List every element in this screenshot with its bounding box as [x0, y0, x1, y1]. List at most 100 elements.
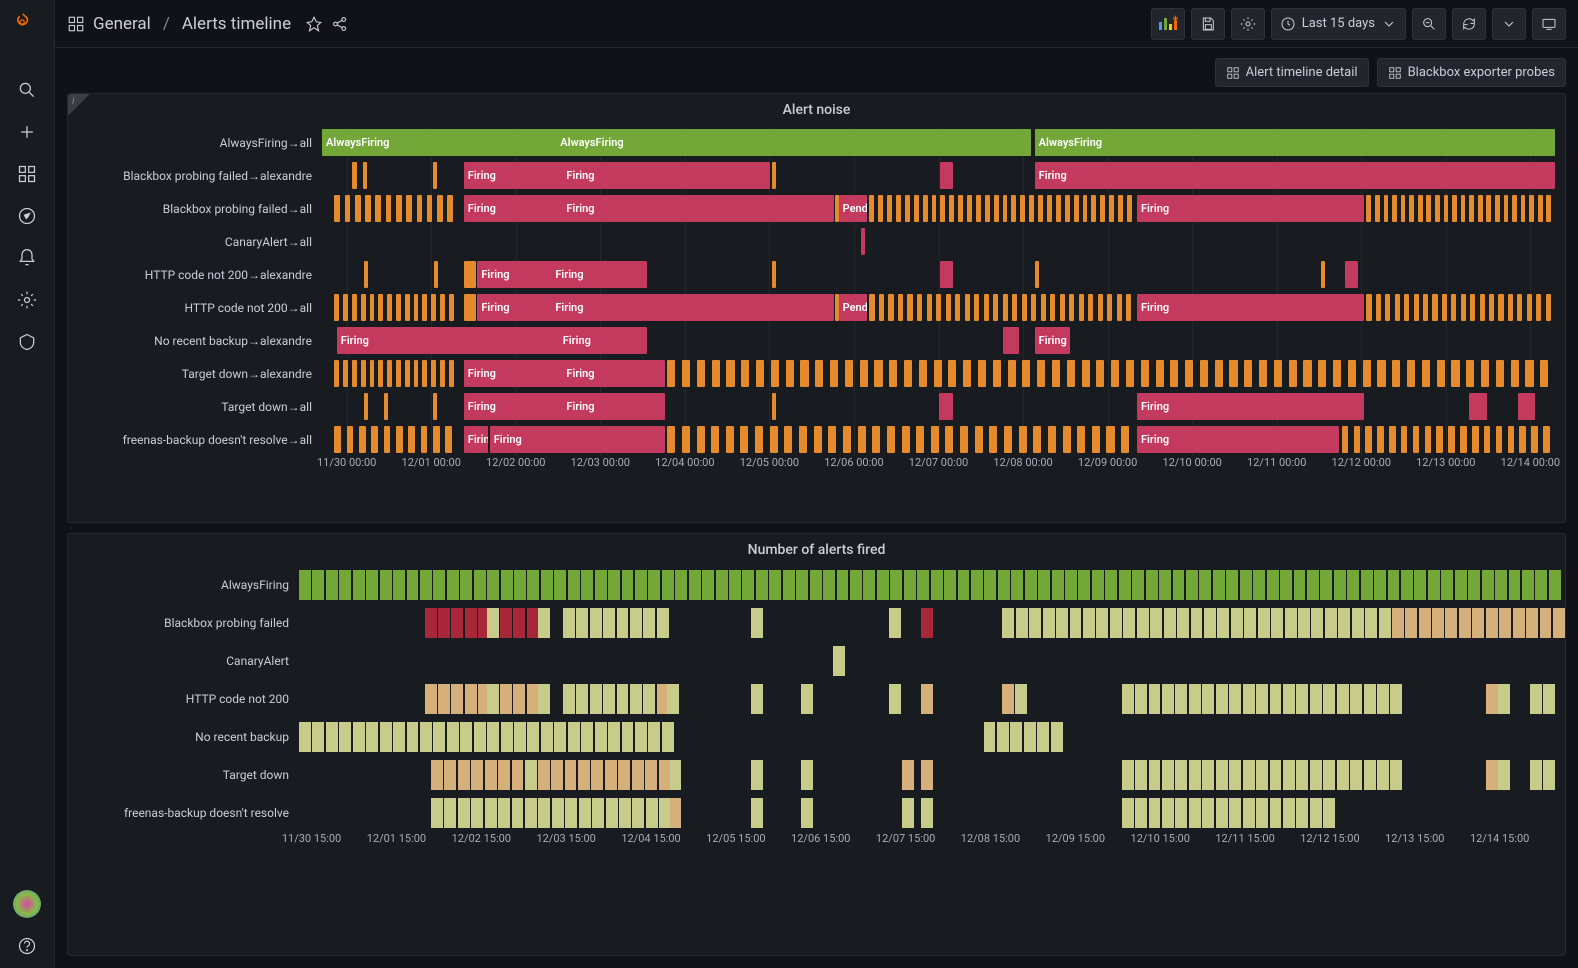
histogram-cell[interactable] — [1405, 608, 1417, 638]
explore-icon[interactable] — [7, 196, 47, 236]
histogram-cell[interactable] — [756, 570, 768, 600]
share-icon[interactable] — [331, 15, 349, 33]
configuration-icon[interactable] — [7, 280, 47, 320]
histogram-cell[interactable] — [630, 684, 642, 714]
timeline-segment[interactable] — [464, 294, 476, 321]
histogram-cell[interactable] — [1283, 684, 1295, 714]
histogram-cell[interactable] — [1191, 608, 1203, 638]
histogram-cell[interactable] — [1065, 570, 1077, 600]
histogram-cell[interactable] — [1310, 760, 1322, 790]
histogram-cell[interactable] — [1256, 798, 1268, 828]
histogram-cell[interactable] — [554, 570, 566, 600]
zoom-out-button[interactable] — [1412, 8, 1446, 40]
histogram-cell[interactable] — [1535, 570, 1547, 600]
timeline-segment[interactable]: Firing — [1035, 162, 1555, 189]
histogram-cell[interactable] — [1202, 760, 1214, 790]
histogram-cell[interactable] — [1189, 760, 1201, 790]
histogram-cell[interactable] — [1468, 570, 1480, 600]
histogram-cell[interactable] — [1334, 570, 1346, 600]
histogram-cell[interactable] — [1311, 608, 1323, 638]
histogram-cell[interactable] — [742, 570, 754, 600]
histogram-cell[interactable] — [513, 684, 525, 714]
histogram-cell[interactable] — [1226, 570, 1238, 600]
histogram-cell[interactable] — [1509, 570, 1521, 600]
histogram-cell[interactable] — [1135, 760, 1147, 790]
histogram-cell[interactable] — [1350, 684, 1362, 714]
histogram-cell[interactable] — [1243, 798, 1255, 828]
page-title[interactable]: Alerts timeline — [182, 14, 291, 34]
histogram-cell[interactable] — [312, 722, 324, 752]
link-blackbox-exporter[interactable]: Blackbox exporter probes — [1377, 58, 1566, 87]
grafana-logo[interactable] — [13, 12, 41, 40]
refresh-interval-button[interactable] — [1492, 8, 1526, 40]
histogram-cell[interactable] — [1175, 684, 1187, 714]
histogram-cell[interactable] — [1347, 570, 1359, 600]
histogram-cell[interactable] — [1419, 608, 1431, 638]
link-alert-timeline-detail[interactable]: Alert timeline detail — [1215, 58, 1369, 87]
histogram-cell[interactable] — [783, 570, 795, 600]
histogram-cell[interactable] — [433, 570, 445, 600]
histogram-cell[interactable] — [460, 722, 472, 752]
histogram-cell[interactable] — [1323, 798, 1335, 828]
timeline-segment[interactable] — [772, 261, 776, 288]
histogram-cell[interactable] — [662, 722, 674, 752]
histogram-cell[interactable] — [1530, 684, 1542, 714]
timeline-segment[interactable] — [364, 261, 368, 288]
histogram-cell[interactable] — [1229, 684, 1241, 714]
histogram-cell[interactable] — [921, 608, 933, 638]
histogram-cell[interactable] — [675, 570, 687, 600]
histogram-cell[interactable] — [1338, 608, 1350, 638]
histogram-cell[interactable] — [632, 760, 644, 790]
timeline-segment[interactable]: Firing — [337, 327, 648, 354]
histogram-cell[interactable] — [487, 570, 499, 600]
histogram-cell[interactable] — [339, 570, 351, 600]
timeline-segment[interactable]: Firing — [1137, 426, 1339, 453]
histogram-cell[interactable] — [1173, 570, 1185, 600]
timeline-segment[interactable] — [363, 162, 367, 189]
histogram-cell[interactable] — [1092, 570, 1104, 600]
histogram-cell[interactable] — [444, 760, 456, 790]
histogram-cell[interactable] — [751, 798, 763, 828]
alerting-icon[interactable] — [7, 238, 47, 278]
histogram-cell[interactable] — [1122, 684, 1134, 714]
histogram-cell[interactable] — [451, 684, 463, 714]
histogram-cell[interactable] — [1216, 684, 1228, 714]
histogram-cell[interactable] — [998, 570, 1010, 600]
histogram-cell[interactable] — [465, 608, 477, 638]
histogram-cell[interactable] — [617, 684, 629, 714]
histogram-cell[interactable] — [823, 570, 835, 600]
histogram-cell[interactable] — [420, 570, 432, 600]
histogram-cell[interactable] — [312, 570, 324, 600]
histogram-cell[interactable] — [716, 570, 728, 600]
histogram-cell[interactable] — [1472, 608, 1484, 638]
histogram-cell[interactable] — [513, 608, 525, 638]
histogram-cell[interactable] — [1175, 798, 1187, 828]
histogram-cell[interactable] — [407, 722, 419, 752]
timeline-segment[interactable] — [772, 162, 776, 189]
histogram-cell[interactable] — [1320, 570, 1332, 600]
histogram-cell[interactable] — [689, 570, 701, 600]
histogram-cell[interactable] — [438, 608, 450, 638]
plus-icon[interactable] — [7, 112, 47, 152]
histogram-cell[interactable] — [1038, 570, 1050, 600]
histogram-cell[interactable] — [1056, 608, 1068, 638]
histogram-cell[interactable] — [460, 570, 472, 600]
histogram-cell[interactable] — [1025, 570, 1037, 600]
histogram-cell[interactable] — [1078, 570, 1090, 600]
histogram-cell[interactable] — [1016, 608, 1028, 638]
timeline-segment[interactable] — [861, 228, 865, 255]
histogram-cell[interactable] — [1175, 760, 1187, 790]
histogram-cell[interactable] — [525, 798, 537, 828]
histogram-cell[interactable] — [1083, 608, 1095, 638]
tv-mode-button[interactable] — [1532, 8, 1566, 40]
histogram-cell[interactable] — [498, 760, 510, 790]
histogram-cell[interactable] — [1132, 570, 1144, 600]
histogram-cell[interactable] — [1096, 608, 1108, 638]
histogram-cell[interactable] — [501, 570, 513, 600]
histogram-cell[interactable] — [1270, 760, 1282, 790]
panel-number-of-alerts[interactable]: Number of alerts fired AlwaysFiringBlack… — [67, 533, 1566, 956]
histogram-cell[interactable] — [1526, 608, 1538, 638]
histogram-cell[interactable] — [648, 570, 660, 600]
histogram-cell[interactable] — [595, 570, 607, 600]
histogram-cell[interactable] — [1122, 760, 1134, 790]
